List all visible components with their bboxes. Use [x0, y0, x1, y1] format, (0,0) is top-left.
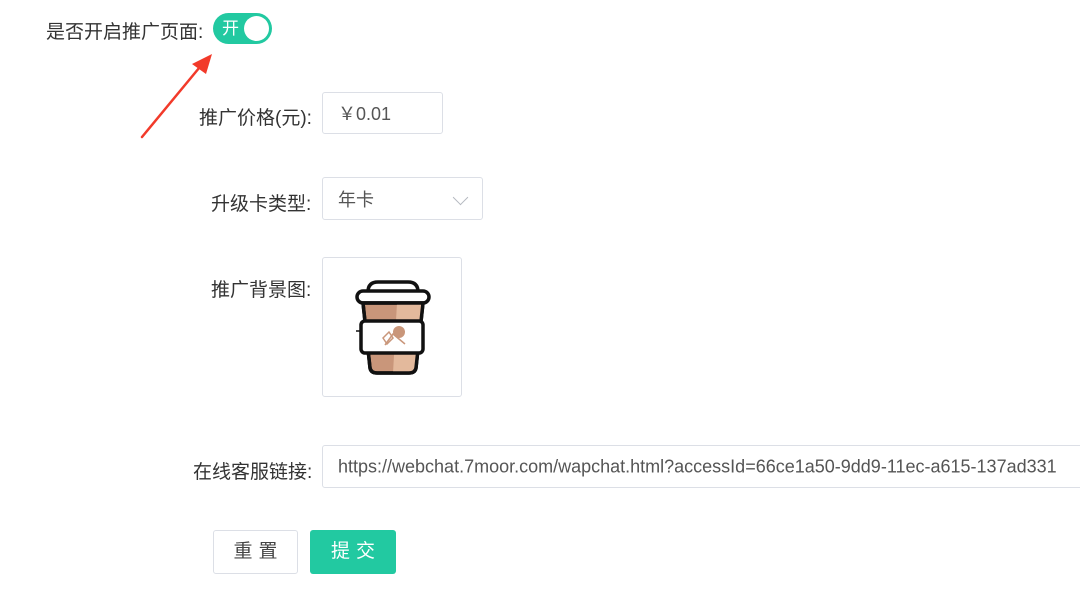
promo-page-toggle[interactable]: 开 [213, 13, 272, 44]
service-link-label: 在线客服链接: [193, 462, 313, 483]
promotion-settings-form: 是否开启推广页面: 开 推广价格(元): ￥0.01 升级卡类型: 年卡 推广背… [0, 0, 1080, 610]
card-type-selected: 年卡 [338, 189, 374, 210]
toggle-knob [244, 16, 269, 41]
service-link-input[interactable]: https://webchat.7moor.com/wapchat.html?a… [322, 445, 1080, 488]
background-image-upload[interactable] [322, 257, 462, 397]
price-label: 推广价格(元): [199, 108, 312, 129]
card-type-label: 升级卡类型: [211, 194, 312, 215]
promo-toggle-label: 是否开启推广页面: [46, 22, 204, 43]
price-input[interactable]: ￥0.01 [322, 92, 443, 134]
submit-button[interactable]: 提交 [310, 530, 396, 574]
reset-button[interactable]: 重置 [213, 530, 298, 574]
chevron-down-icon [452, 189, 469, 206]
service-link-value: https://webchat.7moor.com/wapchat.html?a… [338, 456, 1057, 476]
red-arrow-icon [140, 54, 212, 139]
toggle-state-text: 开 [222, 19, 239, 38]
background-label: 推广背景图: [211, 280, 312, 301]
coffee-cup-icon [355, 280, 431, 375]
price-value: ￥0.01 [338, 104, 392, 124]
card-type-select[interactable]: 年卡 [322, 177, 483, 220]
